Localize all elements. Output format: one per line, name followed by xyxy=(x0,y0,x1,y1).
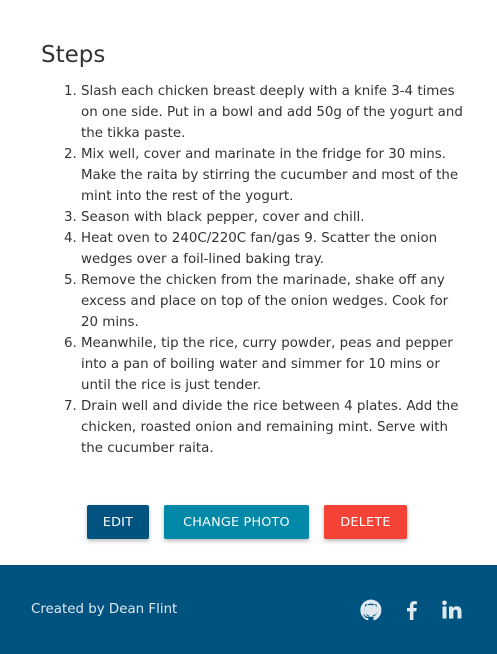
step-item: Slash each chicken breast deeply with a … xyxy=(81,81,463,144)
step-item: Meanwhile, tip the rice, curry powder, p… xyxy=(81,333,463,396)
steps-list: Slash each chicken breast deeply with a … xyxy=(40,81,463,459)
step-item: Drain well and divide the rice between 4… xyxy=(81,396,463,459)
linkedin-icon-graphic xyxy=(442,600,462,619)
facebook-icon-graphic xyxy=(407,601,417,620)
github-icon[interactable] xyxy=(359,598,383,622)
edit-button[interactable]: Edit xyxy=(87,505,149,539)
recipe-steps-section: Steps Slash each chicken breast deeply w… xyxy=(0,0,497,565)
step-item: Season with black pepper, cover and chil… xyxy=(81,207,463,228)
change-photo-button[interactable]: Change Photo xyxy=(164,505,309,539)
page-footer: Created by Dean Flint xyxy=(0,565,497,654)
recipe-actions: Edit Change Photo Delete xyxy=(0,505,497,539)
linkedin-icon[interactable] xyxy=(440,598,464,622)
step-item: Mix well, cover and marinate in the frid… xyxy=(81,144,463,207)
recipe-page: Steps Slash each chicken breast deeply w… xyxy=(0,0,497,654)
step-item: Remove the chicken from the marinade, sh… xyxy=(81,270,463,333)
steps-heading: Steps xyxy=(41,42,106,68)
github-icon-graphic xyxy=(360,599,382,621)
step-item: Heat oven to 240C/220C fan/gas 9. Scatte… xyxy=(81,228,463,270)
delete-button[interactable]: Delete xyxy=(324,505,407,539)
facebook-icon[interactable] xyxy=(400,598,424,622)
footer-credit: Created by Dean Flint xyxy=(31,602,178,617)
